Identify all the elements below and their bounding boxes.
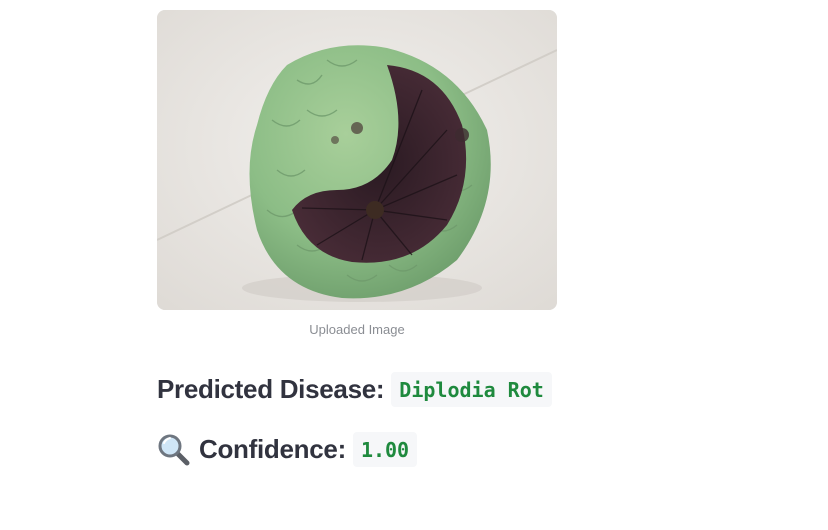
confidence-value: 1.00 <box>352 432 418 467</box>
magnifying-glass-icon <box>157 433 191 467</box>
image-caption: Uploaded Image <box>309 322 405 337</box>
predicted-disease-row: Predicted Disease: Diplodia Rot <box>157 372 552 407</box>
predicted-disease-value: Diplodia Rot <box>391 372 552 407</box>
predicted-disease-label: Predicted Disease: <box>157 374 385 404</box>
fruit-photo <box>157 10 557 310</box>
confidence-row: Confidence: 1.00 <box>157 432 418 467</box>
main-content: Uploaded Image Predicted Disease: Diplod… <box>157 10 557 467</box>
uploaded-image <box>157 10 557 310</box>
confidence-label: Confidence: <box>199 434 346 464</box>
